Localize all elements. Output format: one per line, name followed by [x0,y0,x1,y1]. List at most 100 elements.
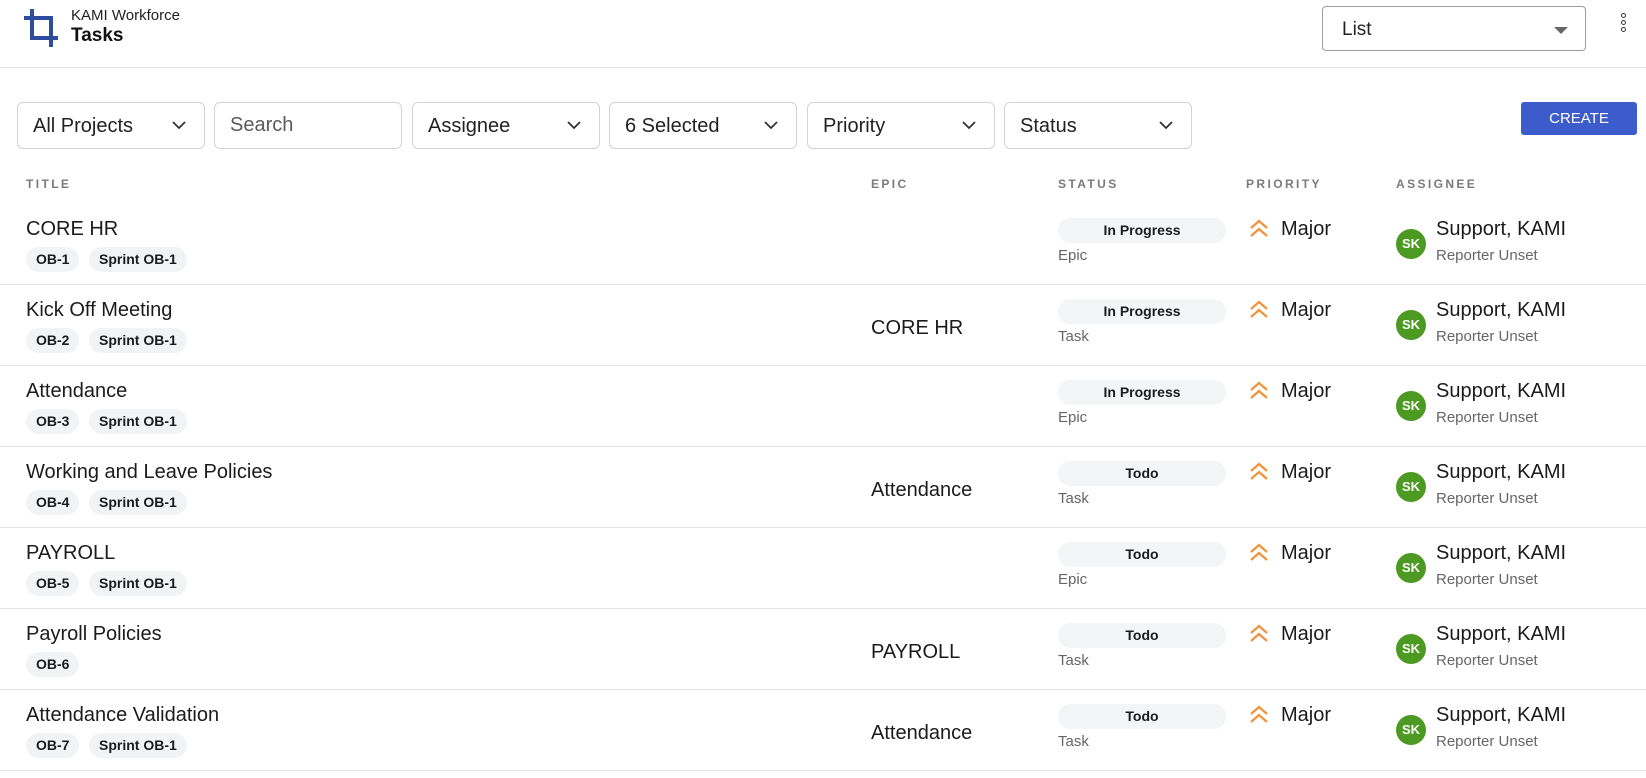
column-header-assignee[interactable]: ASSIGNEE [1396,177,1477,191]
task-title[interactable]: Attendance Validation [26,704,219,727]
epic-name[interactable]: CORE HR [871,317,963,340]
column-header-priority[interactable]: PRIORITY [1246,177,1322,191]
task-row[interactable]: Attendance OB-3 Sprint OB-1 In Progress … [0,366,1646,447]
status-badge[interactable]: In Progress [1058,299,1226,324]
task-row[interactable]: PAYROLL OB-5 Sprint OB-1 Todo Epic Major… [0,528,1646,609]
issue-type: Task [1058,733,1089,750]
priority-label[interactable]: Major [1281,461,1331,484]
assignee-name[interactable]: Support, KAMI [1436,299,1566,322]
epic-name[interactable]: Attendance [871,479,972,502]
reporter-name: Reporter Unset [1436,247,1538,264]
assignee-name[interactable]: Support, KAMI [1436,380,1566,403]
double-chevron-up-icon [1250,219,1268,237]
avatar: SK [1396,310,1426,340]
task-row[interactable]: CORE HR OB-1 Sprint OB-1 In Progress Epi… [0,204,1646,285]
task-row[interactable]: Attendance Validation OB-7 Sprint OB-1 A… [0,690,1646,771]
assignee-name[interactable]: Support, KAMI [1436,218,1566,241]
top-bar: KAMI Workforce Tasks List [0,0,1646,68]
assignee-filter[interactable]: Assignee [412,102,600,149]
column-header-status[interactable]: STATUS [1058,177,1119,191]
create-button[interactable]: CREATE [1521,102,1637,135]
assignee-filter-label: Assignee [428,115,511,137]
task-title[interactable]: Attendance [26,380,127,403]
avatar: SK [1396,229,1426,259]
double-chevron-up-icon [1250,624,1268,642]
task-row[interactable]: Working and Leave Policies OB-4 Sprint O… [0,447,1646,528]
project-filter[interactable]: All Projects [17,102,205,149]
column-header-epic[interactable]: EPIC [871,177,909,191]
search-input[interactable] [214,102,402,149]
status-badge[interactable]: Todo [1058,623,1226,648]
chevron-down-icon [172,121,186,130]
epic-name[interactable]: PAYROLL [871,641,960,664]
status-filter[interactable]: Status [1004,102,1192,149]
task-title[interactable]: CORE HR [26,218,118,241]
type-filter[interactable]: 6 Selected [609,102,797,149]
task-title[interactable]: Working and Leave Policies [26,461,272,484]
reporter-name: Reporter Unset [1436,490,1538,507]
priority-label[interactable]: Major [1281,542,1331,565]
double-chevron-up-icon [1250,705,1268,723]
assignee-name[interactable]: Support, KAMI [1436,704,1566,727]
issue-type: Task [1058,328,1089,345]
column-header-title[interactable]: TITLE [26,177,71,191]
sprint-tag: Sprint OB-1 [89,571,187,596]
status-filter-label: Status [1020,115,1077,137]
sprint-tag: Sprint OB-1 [89,247,187,272]
task-key-tag: OB-1 [26,247,80,272]
task-key-tag: OB-3 [26,409,80,434]
task-key-tag: OB-2 [26,328,80,353]
task-title[interactable]: Kick Off Meeting [26,299,172,322]
priority-label[interactable]: Major [1281,299,1331,322]
view-mode-value: List [1342,19,1372,40]
status-badge[interactable]: Todo [1058,461,1226,486]
task-row[interactable]: Kick Off Meeting OB-2 Sprint OB-1 CORE H… [0,285,1646,366]
assignee-name[interactable]: Support, KAMI [1436,542,1566,565]
priority-label[interactable]: Major [1281,704,1331,727]
priority-label[interactable]: Major [1281,380,1331,403]
avatar: SK [1396,472,1426,502]
double-chevron-up-icon [1250,543,1268,561]
view-mode-select[interactable]: List [1322,6,1586,51]
reporter-name: Reporter Unset [1436,733,1538,750]
task-key-tag: OB-7 [26,733,80,758]
sprint-tag: Sprint OB-1 [89,409,187,434]
task-title[interactable]: PAYROLL [26,542,115,565]
assignee-name[interactable]: Support, KAMI [1436,461,1566,484]
double-chevron-up-icon [1250,300,1268,318]
app-logo-icon [24,9,58,47]
priority-label[interactable]: Major [1281,218,1331,241]
status-badge[interactable]: In Progress [1058,218,1226,243]
reporter-name: Reporter Unset [1436,328,1538,345]
chevron-down-icon [1159,121,1173,130]
avatar: SK [1396,391,1426,421]
task-key-tag: OB-6 [26,652,80,677]
issue-type: Task [1058,490,1089,507]
priority-filter[interactable]: Priority [807,102,995,149]
status-badge[interactable]: Todo [1058,704,1226,729]
assignee-name[interactable]: Support, KAMI [1436,623,1566,646]
epic-name[interactable]: Attendance [871,722,972,745]
priority-label[interactable]: Major [1281,623,1331,646]
sprint-tag: Sprint OB-1 [89,733,187,758]
chevron-down-icon [567,121,581,130]
sprint-tag: Sprint OB-1 [89,328,187,353]
app-name: KAMI Workforce [71,7,180,24]
avatar: SK [1396,553,1426,583]
avatar: SK [1396,634,1426,664]
issue-type: Epic [1058,571,1088,588]
chevron-down-icon [764,121,778,130]
task-row[interactable]: Payroll Policies OB-6 PAYROLL Todo Task … [0,609,1646,690]
reporter-name: Reporter Unset [1436,409,1538,426]
status-badge[interactable]: In Progress [1058,380,1226,405]
sprint-tag: Sprint OB-1 [89,490,187,515]
double-chevron-up-icon [1250,381,1268,399]
chevron-down-icon [962,121,976,130]
status-badge[interactable]: Todo [1058,542,1226,567]
type-filter-label: 6 Selected [625,115,720,137]
issue-type: Epic [1058,409,1088,426]
issue-type: Epic [1058,247,1088,264]
more-options-icon[interactable] [1612,13,1634,43]
task-title[interactable]: Payroll Policies [26,623,162,646]
reporter-name: Reporter Unset [1436,652,1538,669]
